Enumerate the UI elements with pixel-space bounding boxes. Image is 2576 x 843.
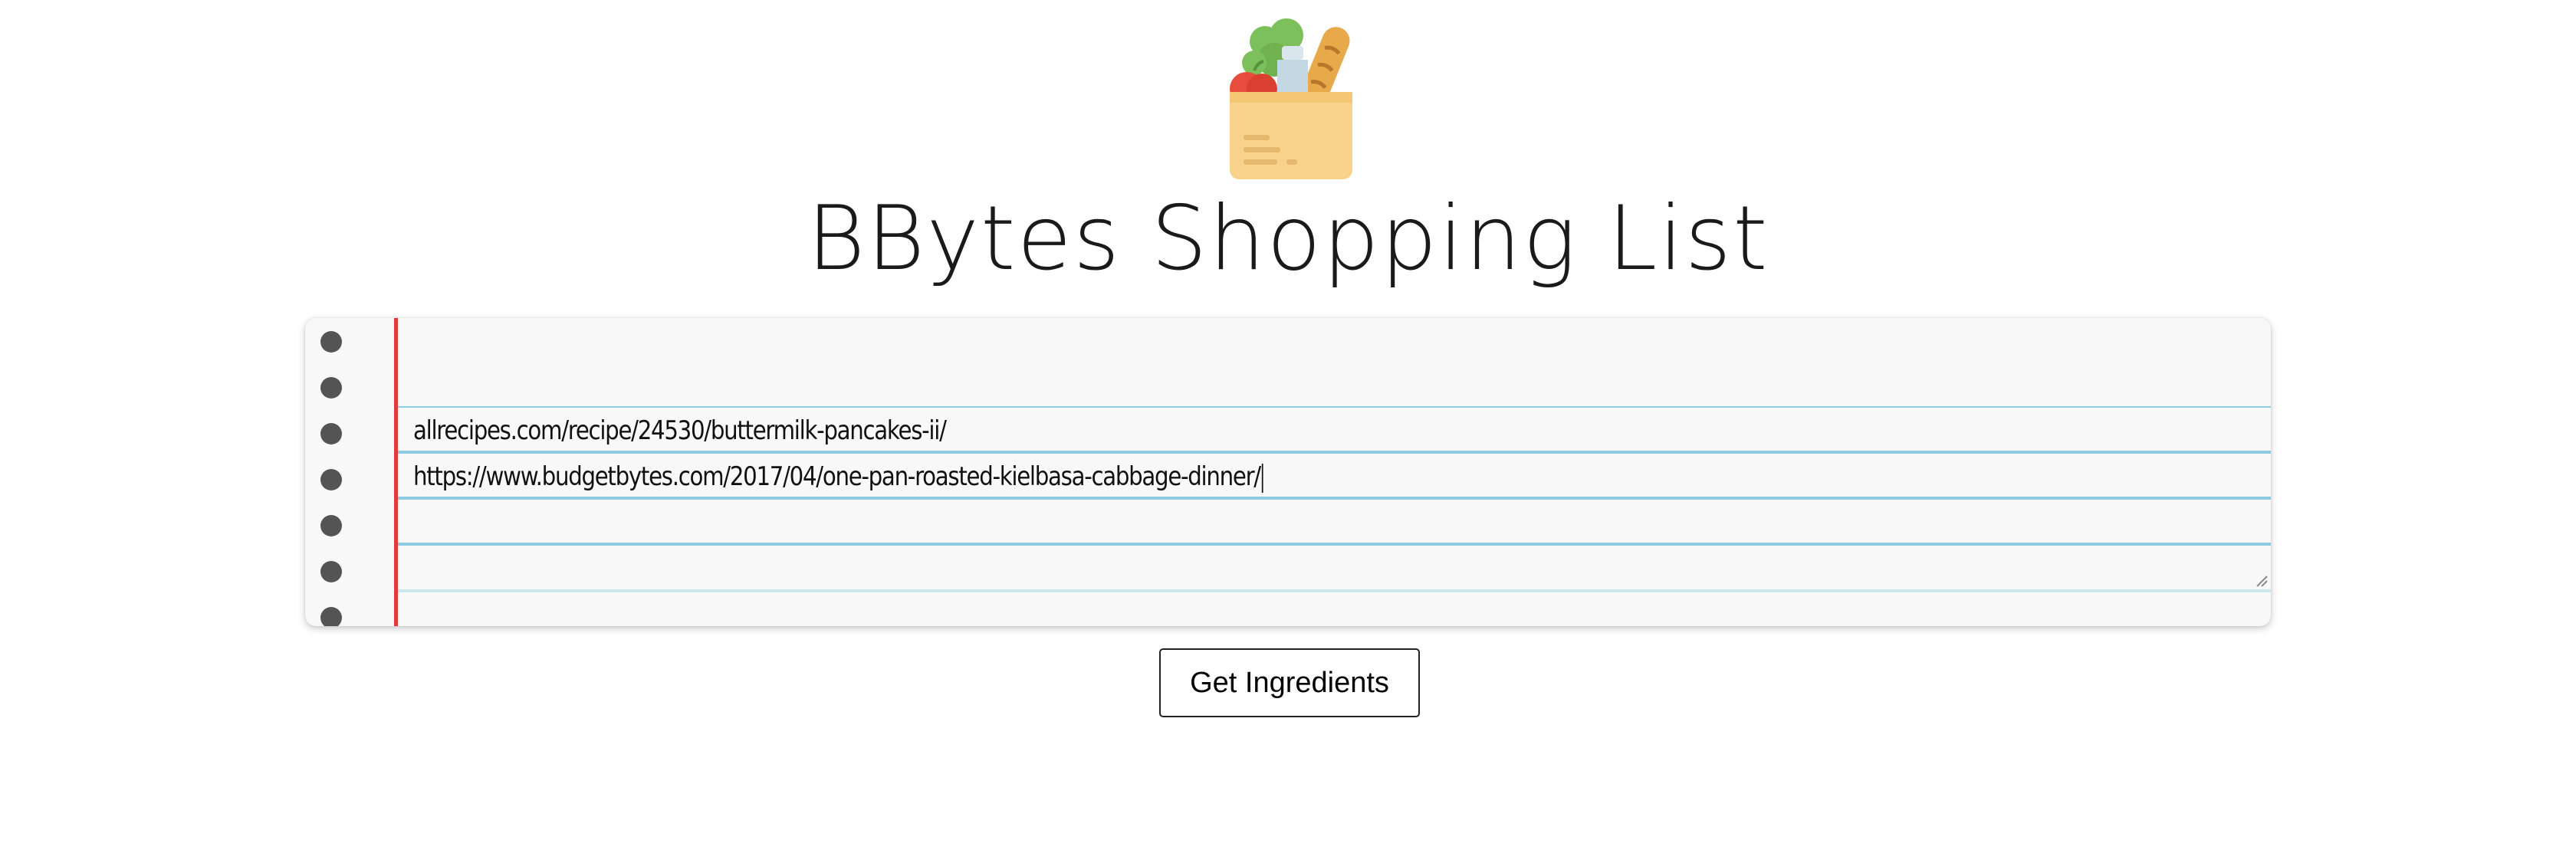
text-caret <box>1261 463 1263 493</box>
ruled-line <box>398 543 2271 546</box>
recipe-url-line-with-caret: https://www.budgetbytes.com/2017/04/one-… <box>413 461 1263 493</box>
binder-hole <box>320 423 342 444</box>
notebook-panel: allrecipes.com/recipe/24530/buttermilk-p… <box>305 318 2271 626</box>
grocery-bag-icon <box>1230 18 1352 179</box>
binder-hole <box>320 561 342 582</box>
recipe-url-textarea[interactable]: allrecipes.com/recipe/24530/buttermilk-p… <box>398 406 2271 590</box>
binder-hole <box>320 607 342 626</box>
ruled-line <box>398 497 2271 500</box>
get-ingredients-button[interactable]: Get Ingredients <box>1159 648 1420 717</box>
recipe-url-line: https://www.budgetbytes.com/2017/04/one-… <box>413 461 1261 492</box>
binder-hole <box>320 515 342 536</box>
textarea-bottom-border <box>398 589 2271 592</box>
binder-hole <box>320 331 342 353</box>
page-title: BBytes Shopping List <box>807 187 1769 290</box>
grocery-bag-logo <box>1224 18 1359 181</box>
binder-hole <box>320 469 342 490</box>
resize-handle-icon[interactable] <box>2254 573 2268 587</box>
ruled-line <box>398 451 2271 454</box>
binder-hole <box>320 377 342 399</box>
recipe-url-line: allrecipes.com/recipe/24530/buttermilk-p… <box>413 415 947 446</box>
